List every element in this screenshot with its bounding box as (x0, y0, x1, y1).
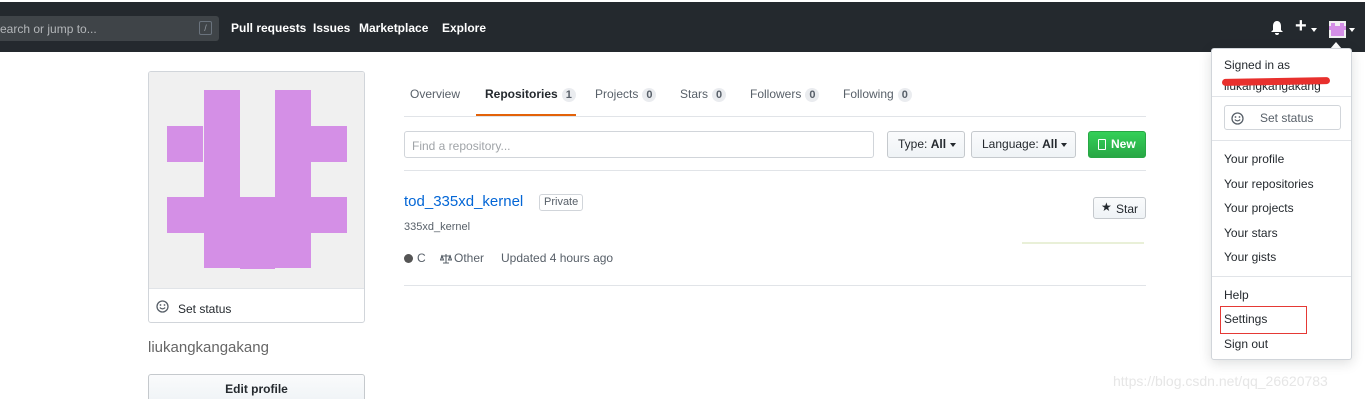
chevron-down-icon (950, 142, 957, 147)
language-filter-label: Language: (982, 137, 1039, 151)
dropdown-divider (1212, 276, 1351, 277)
language-color-dot (404, 254, 413, 263)
tab-count: 0 (642, 88, 657, 102)
type-filter-label: Type: (898, 137, 928, 151)
language-filter-value: All (1042, 137, 1058, 151)
set-status-label: Set status (178, 302, 232, 316)
tab-overview[interactable]: Overview (410, 87, 460, 101)
identicon-icon (1329, 21, 1346, 38)
menu-item-your-gists[interactable]: Your gists (1224, 250, 1276, 264)
dropdown-divider (1212, 96, 1351, 97)
nav-explore[interactable]: Explore (442, 21, 486, 35)
dropdown-set-status-label: Set status (1260, 111, 1314, 125)
repository-name-link[interactable]: tod_335xd_kernel (404, 193, 523, 210)
repository-description: 335xd_kernel (404, 221, 471, 233)
plus-icon[interactable]: + (1295, 16, 1307, 36)
menu-item-your-stars[interactable]: Your stars (1224, 226, 1278, 240)
repository-search-input[interactable]: Find a repository... (404, 131, 874, 158)
settings-highlight-box (1220, 306, 1307, 334)
global-search-input[interactable]: earch or jump to... / (0, 16, 219, 41)
watermark: https://blog.csdn.net/qq_26620783 (1113, 373, 1328, 389)
tab-label: Following (843, 87, 894, 101)
menu-item-help[interactable]: Help (1224, 288, 1249, 302)
tab-repositories[interactable]: Repositories 1 (485, 87, 576, 102)
signed-in-as-label: Signed in as (1224, 58, 1291, 72)
avatar[interactable] (1329, 21, 1346, 38)
new-repository-button[interactable]: New (1088, 131, 1146, 158)
menu-item-sign-out[interactable]: Sign out (1224, 337, 1268, 351)
star-icon: ★ (1101, 200, 1112, 214)
tab-following[interactable]: Following 0 (843, 87, 912, 102)
search-placeholder: earch or jump to... (0, 22, 97, 36)
set-status-button[interactable]: Set status (149, 288, 364, 322)
chevron-down-icon (1061, 142, 1068, 147)
profile-avatar[interactable] (149, 72, 364, 288)
language-filter-select[interactable]: Language: All (971, 131, 1076, 158)
nav-pull-requests[interactable]: Pull requests (231, 21, 306, 35)
new-button-label: New (1111, 137, 1136, 151)
dropdown-divider (1212, 140, 1351, 141)
top-header: earch or jump to... / Pull requests Issu… (0, 0, 1365, 52)
law-icon (440, 254, 452, 264)
repository-language: C (417, 251, 426, 265)
menu-item-your-repositories[interactable]: Your repositories (1224, 177, 1314, 191)
profile-username: liukangkangakang (148, 339, 269, 356)
tab-count: 0 (805, 88, 820, 102)
menu-item-your-projects[interactable]: Your projects (1224, 201, 1294, 215)
repo-icon (1098, 139, 1106, 150)
smiley-icon (1231, 112, 1244, 125)
type-filter-value: All (930, 137, 947, 151)
repository-license[interactable]: Other (454, 251, 484, 265)
tab-projects[interactable]: Projects 0 (595, 87, 657, 102)
nav-issues[interactable]: Issues (313, 21, 350, 35)
type-filter-select[interactable]: Type: All (887, 131, 965, 158)
menu-item-your-profile[interactable]: Your profile (1224, 152, 1284, 166)
tab-label: Repositories (485, 87, 558, 101)
user-dropdown-menu: Signed in as liukangkangakang Set status… (1211, 48, 1352, 360)
tab-label: Overview (410, 87, 461, 101)
tab-label: Stars (680, 87, 709, 101)
tab-count: 0 (897, 88, 912, 102)
nav-marketplace[interactable]: Marketplace (359, 21, 428, 35)
smiley-icon (156, 300, 169, 313)
chevron-down-icon (1349, 28, 1355, 32)
profile-avatar-card: Set status (148, 71, 365, 323)
repository-updated: Updated 4 hours ago (501, 251, 614, 265)
chevron-down-icon (1311, 28, 1317, 32)
tab-stars[interactable]: Stars 0 (680, 87, 727, 102)
star-label: Star (1116, 202, 1139, 216)
repository-search-placeholder: Find a repository... (412, 139, 511, 153)
tabs-divider (404, 116, 1146, 117)
edit-profile-button[interactable]: Edit profile (148, 374, 365, 399)
dropdown-set-status-button[interactable]: Set status (1224, 105, 1341, 130)
tab-label: Projects (595, 87, 639, 101)
filter-divider (404, 170, 1146, 171)
tab-label: Followers (750, 87, 802, 101)
star-button[interactable]: ★ Star (1093, 197, 1146, 219)
search-shortcut-hint: / (199, 21, 212, 35)
activity-sparkline (1022, 242, 1144, 244)
identicon-icon (149, 72, 364, 288)
private-badge: Private (539, 194, 584, 211)
repository-divider (404, 285, 1146, 286)
tab-followers[interactable]: Followers 0 (750, 87, 820, 102)
tab-count: 1 (561, 88, 576, 102)
tab-count: 0 (712, 88, 727, 102)
bell-icon[interactable] (1270, 20, 1284, 36)
